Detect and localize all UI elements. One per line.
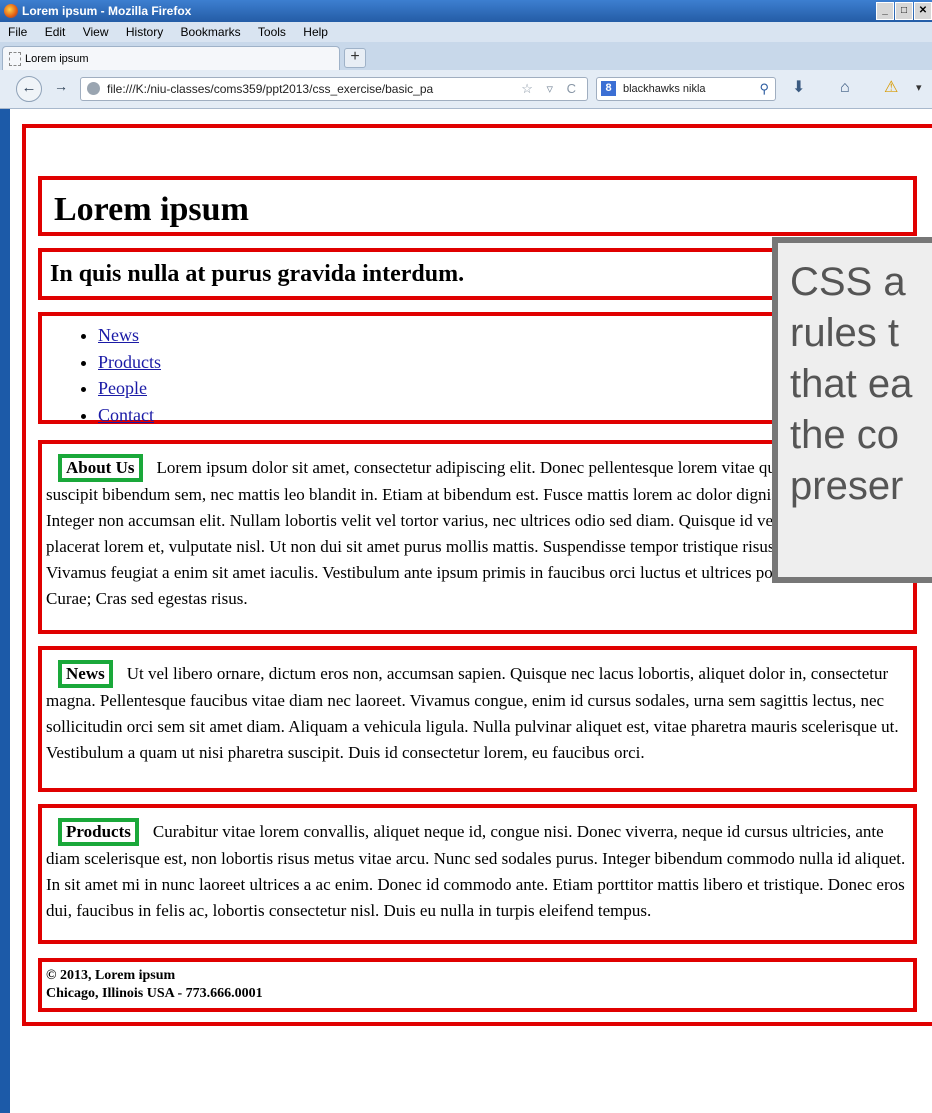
section-text: Ut vel libero ornare, dictum eros non, a… (46, 664, 899, 762)
bookmark-star-icon[interactable]: ☆ ▿ C (521, 78, 581, 100)
menu-file[interactable]: File (8, 25, 27, 39)
minimize-button[interactable]: _ (876, 2, 894, 20)
maximize-button[interactable]: □ (895, 2, 913, 20)
window-frame (0, 0, 10, 1113)
products-section: Products Curabitur vitae lorem convallis,… (38, 804, 917, 944)
home-icon[interactable]: ⌂ (840, 79, 850, 97)
footer-address: Chicago, Illinois USA - 773.666.0001 (46, 986, 263, 1001)
warning-icon[interactable]: ⚠ (884, 79, 898, 97)
news-section: News Ut vel libero ornare, dictum eros no… (38, 646, 917, 792)
navigation-toolbar: ← → file:///K:/niu-classes/coms359/ppt20… (0, 70, 932, 109)
section-text: Curabitur vitae lorem convallis, aliquet… (46, 822, 906, 920)
tab-label: Lorem ipsum (25, 53, 89, 65)
globe-icon (87, 82, 100, 95)
new-tab-button[interactable]: + (344, 48, 366, 68)
page-title: Lorem ipsum (54, 191, 249, 228)
nav-item: Products (98, 349, 161, 376)
tab-lorem-ipsum[interactable]: Lorem ipsum (2, 46, 340, 71)
nav-item: Contact (98, 402, 161, 429)
nav-list: News Products People Contact (98, 322, 161, 428)
back-button[interactable]: ← (16, 76, 42, 102)
section-heading: Products (58, 818, 139, 846)
callout-line: rules t (790, 311, 899, 355)
link-contact[interactable]: Contact (98, 405, 154, 425)
close-button[interactable]: ✕ (914, 2, 932, 20)
download-icon[interactable]: ⬇ (792, 79, 805, 97)
page-subtitle: In quis nulla at purus gravida interdum. (50, 261, 465, 287)
magnifier-icon[interactable]: ⚲ (759, 78, 769, 100)
menu-tools[interactable]: Tools (258, 25, 286, 39)
callout-line: the co (790, 413, 899, 457)
header-box: Lorem ipsum (38, 176, 917, 236)
page-icon (9, 52, 21, 66)
callout-line: CSS a (790, 260, 906, 304)
url-text: file:///K:/niu-classes/coms359/ppt2013/c… (107, 82, 434, 96)
tab-bar: Lorem ipsum + (0, 42, 932, 71)
nav-item: People (98, 375, 161, 402)
title-bar: Lorem ipsum - Mozilla Firefox _ □ ✕ (0, 0, 932, 22)
nav-item: News (98, 322, 161, 349)
menu-bar: File Edit View History Bookmarks Tools H… (0, 22, 932, 42)
menu-history[interactable]: History (126, 25, 163, 39)
footer-box: © 2013, Lorem ipsum Chicago, Illinois US… (38, 958, 917, 1012)
link-news[interactable]: News (98, 325, 139, 345)
window-controls: _ □ ✕ (876, 2, 932, 20)
menu-chevron-icon[interactable]: ▾ (916, 79, 922, 97)
footer-copyright: © 2013, Lorem ipsum (46, 968, 176, 983)
callout-line: that ea (790, 362, 913, 406)
link-products[interactable]: Products (98, 352, 161, 372)
menu-edit[interactable]: Edit (45, 25, 66, 39)
url-bar[interactable]: file:///K:/niu-classes/coms359/ppt2013/c… (80, 77, 588, 101)
callout-box: CSS a rules t that ea the co preser (772, 237, 932, 583)
menu-view[interactable]: View (83, 25, 109, 39)
section-text: Lorem ipsum dolor sit amet, consectetur … (46, 458, 888, 608)
forward-button[interactable]: → (54, 78, 68, 94)
firefox-icon (4, 4, 18, 18)
search-engine-icon[interactable]: 8 (601, 81, 616, 96)
section-heading: About Us (58, 454, 143, 482)
search-bar[interactable]: 8 blackhawks nikla ⚲ (596, 77, 776, 101)
section-heading: News (58, 660, 113, 688)
callout-line: preser (790, 464, 904, 508)
window-title: Lorem ipsum - Mozilla Firefox (22, 4, 192, 18)
search-input[interactable]: blackhawks nikla (623, 78, 751, 100)
link-people[interactable]: People (98, 378, 147, 398)
menu-bookmarks[interactable]: Bookmarks (181, 25, 241, 39)
menu-help[interactable]: Help (303, 25, 328, 39)
